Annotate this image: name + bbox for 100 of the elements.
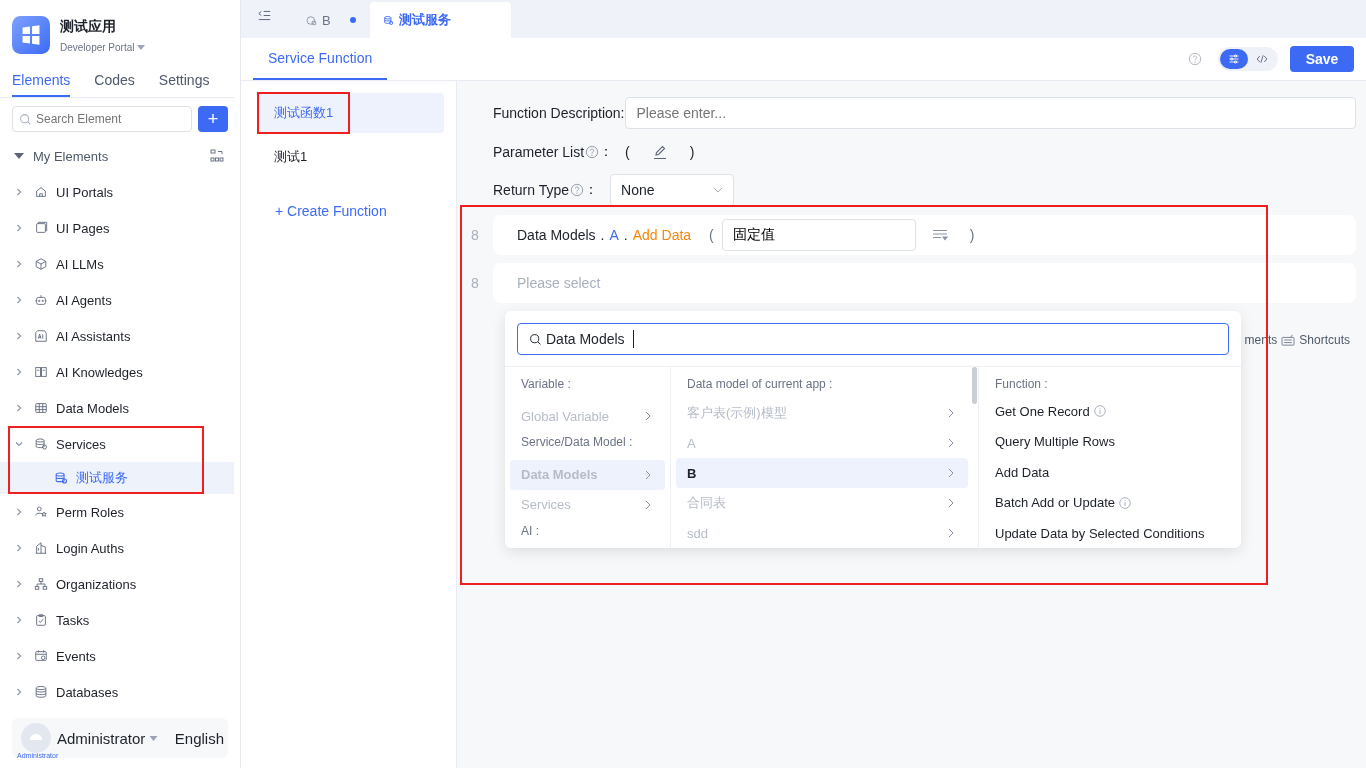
app-name: 测试应用 [60, 17, 117, 36]
argument-field[interactable]: 固定值 [721, 219, 916, 251]
avatar-icon[interactable] [21, 723, 51, 753]
chevron-right-icon [948, 528, 954, 538]
model-icon [306, 14, 317, 26]
picker-function[interactable]: Get One Record [995, 403, 1090, 419]
description-field[interactable]: Please enter... [624, 97, 1356, 129]
caret-icon[interactable] [149, 735, 159, 741]
element-type-icon [34, 365, 48, 379]
filter-list-icon[interactable] [931, 229, 948, 241]
chevron-right-icon[interactable] [14, 507, 24, 517]
tree-child-item[interactable]: 测试服务 [0, 462, 234, 494]
tree-item[interactable]: AI Assistants [56, 328, 131, 344]
element-type-icon [34, 185, 48, 199]
chevron-right-icon[interactable] [14, 367, 24, 377]
collapse-sidebar-icon[interactable] [258, 9, 271, 21]
chevron-right-icon[interactable] [14, 331, 24, 341]
tree-item[interactable]: Data Models [56, 400, 129, 416]
chevron-right-icon[interactable] [14, 187, 24, 197]
section-tab[interactable]: Service Function [253, 38, 388, 80]
editor-tab[interactable]: 测试服务 [369, 2, 511, 38]
chevron-right-icon [645, 469, 651, 480]
picker-heading: Data model of current app : [686, 376, 834, 393]
picker-heading: Service/Data Model : [520, 434, 634, 452]
tree-item[interactable]: AI Knowledges [56, 364, 143, 380]
tree-item[interactable]: UI Portals [56, 184, 114, 200]
search-box[interactable]: Search Element [12, 106, 192, 132]
element-type-icon [34, 401, 48, 415]
function-item[interactable]: 测试1 [258, 137, 444, 177]
help-icon[interactable] [1188, 52, 1202, 66]
statement-card[interactable]: Data Models . A . Add Data ( 固定值 ) [493, 215, 1356, 255]
tree-item[interactable]: Perm Roles [56, 504, 124, 520]
tree-item[interactable]: Login Auths [56, 540, 124, 556]
element-type-icon [34, 505, 48, 519]
tree-item[interactable]: Databases [56, 684, 119, 700]
chevron-right-icon [645, 411, 651, 422]
chevron-right-icon [948, 468, 954, 478]
shortcuts-link[interactable]: Shortcuts [1299, 333, 1350, 347]
edit-icon[interactable] [651, 144, 668, 160]
tree-item[interactable]: UI Pages [56, 220, 110, 236]
function-item[interactable]: 测试函数1 [258, 93, 444, 133]
chevron-right-icon[interactable] [14, 651, 24, 661]
portal-dropdown[interactable]: Developer Portal [60, 41, 146, 53]
sidebar-tab[interactable]: Elements [12, 66, 71, 97]
picker-option[interactable]: B [676, 458, 968, 488]
picker-function[interactable]: Batch Add or Update [995, 495, 1115, 511]
chevron-right-icon[interactable] [14, 543, 24, 553]
keyboard-icon[interactable] [1281, 334, 1296, 346]
chevron-right-icon [948, 408, 954, 418]
line-number: 8 [470, 275, 480, 291]
search-value: Data Models [546, 331, 625, 347]
save-button[interactable]: Save [1290, 46, 1354, 72]
editor-tab[interactable]: B [293, 2, 370, 38]
collapse-caret-icon[interactable] [14, 153, 24, 159]
layout-icon[interactable] [210, 149, 224, 163]
app-logo [12, 16, 50, 54]
chevron-down-icon [713, 187, 723, 193]
chevron-right-icon [948, 438, 954, 448]
return-type-select[interactable]: None [610, 174, 734, 206]
picker-heading: AI : [520, 522, 540, 540]
element-type-icon [34, 221, 48, 235]
create-function-link[interactable]: + Create Function [258, 199, 444, 223]
tree-item[interactable]: AI LLMs [56, 256, 104, 272]
chevron-down-icon[interactable] [14, 439, 24, 449]
info-icon[interactable] [1093, 405, 1106, 418]
chevron-right-icon[interactable] [14, 579, 24, 589]
sliders-icon [1228, 53, 1240, 65]
chevron-right-icon[interactable] [14, 295, 24, 305]
element-type-icon [34, 541, 48, 555]
chevron-right-icon[interactable] [14, 403, 24, 413]
chevron-right-icon[interactable] [14, 687, 24, 697]
highlight-frame: 测试函数1 [259, 94, 349, 132]
user-menu[interactable]: Administrator [57, 729, 159, 747]
close-paren: ) [689, 144, 695, 160]
picker-function[interactable]: Update Data by Selected Conditions [995, 525, 1205, 541]
sidebar-tab[interactable]: Codes [94, 66, 135, 97]
tree-item[interactable]: Organizations [56, 576, 137, 592]
visual-mode-button[interactable] [1220, 49, 1248, 69]
picker-search-field[interactable]: Data Models [517, 323, 1229, 355]
chevron-right-icon[interactable] [14, 615, 24, 625]
chevron-right-icon[interactable] [14, 259, 24, 269]
help-icon[interactable] [585, 145, 600, 159]
caret-icon[interactable] [137, 44, 146, 50]
tree-item[interactable]: Services [56, 436, 106, 452]
scrollbar[interactable] [972, 367, 977, 404]
tree-item[interactable]: AI Agents [56, 292, 112, 308]
element-type-icon [34, 329, 48, 343]
add-button[interactable]: + [198, 106, 228, 132]
chevron-right-icon[interactable] [14, 223, 24, 233]
picker-function[interactable]: Add Data [995, 464, 1050, 480]
tree-item[interactable]: Tasks [56, 612, 90, 628]
element-type-icon [34, 293, 48, 307]
tree-item[interactable]: Events [56, 648, 96, 664]
help-icon[interactable] [570, 183, 584, 197]
info-icon[interactable] [1119, 496, 1131, 509]
element-type-icon [34, 685, 48, 699]
picker-function[interactable]: Query Multiple Rows [995, 434, 1115, 450]
search-icon [19, 112, 32, 126]
element-type-icon [34, 437, 48, 451]
sidebar-tab[interactable]: Settings [158, 66, 210, 97]
